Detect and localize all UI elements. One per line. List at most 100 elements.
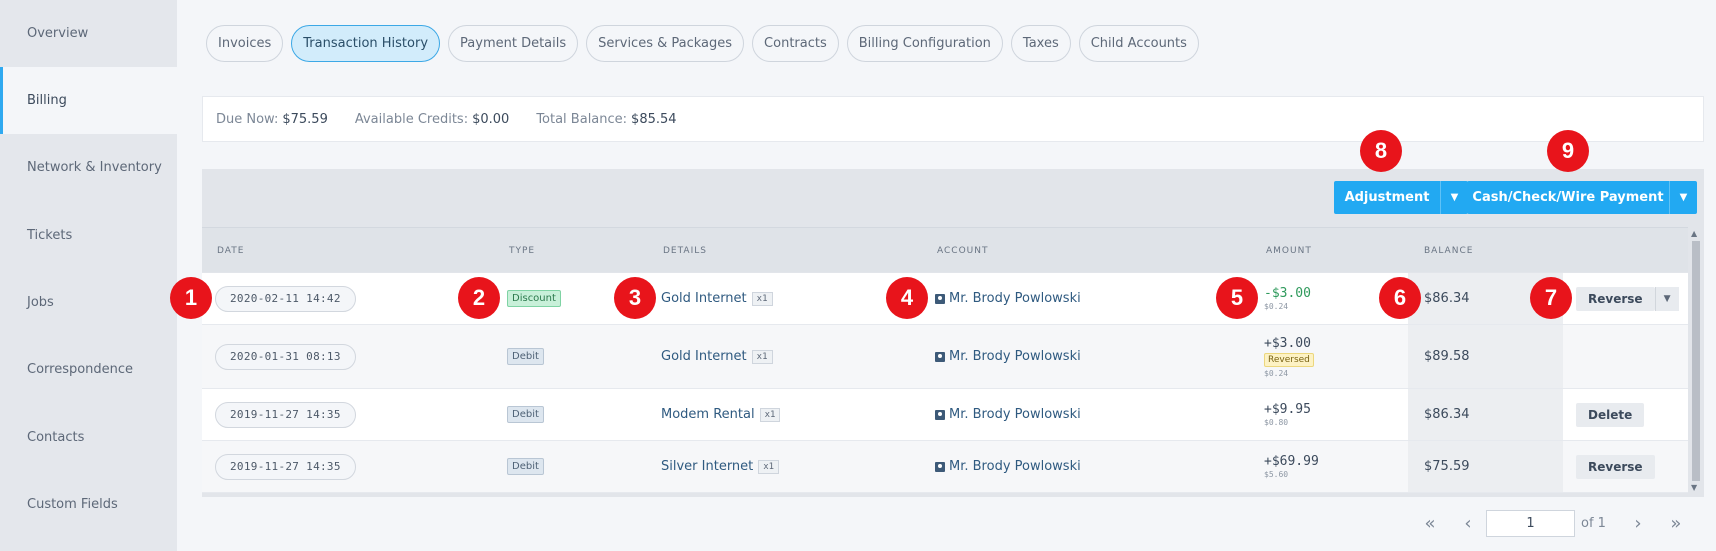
tax-value: $0.80 [1264, 418, 1289, 427]
scroll-thumb[interactable] [1692, 241, 1700, 481]
reversed-status-badge: Reversed [1264, 352, 1314, 367]
marker-5: 5 [1216, 277, 1258, 319]
account-icon [935, 351, 945, 362]
column-header-type[interactable]: TYPE [509, 228, 535, 273]
page-number-input[interactable] [1486, 509, 1575, 537]
marker-2: 2 [458, 277, 500, 319]
table-row: 2019-11-27 14:35 Debit Modem Rental x1 Mr… [202, 389, 1688, 441]
transaction-date: 2019-11-27 14:35 [215, 453, 356, 480]
sidebar-item-correspondence[interactable]: Correspondence [0, 336, 177, 403]
table-row: 2019-11-27 14:35 Debit Silver Internet x1… [202, 441, 1688, 493]
transaction-detail-link[interactable]: Gold Internet [661, 291, 747, 306]
transaction-detail-link[interactable]: Modem Rental [661, 407, 755, 422]
sidebar-item-contacts[interactable]: Contacts [0, 404, 177, 471]
amount-value: +$9.95 [1264, 402, 1311, 417]
marker-8: 8 [1360, 130, 1402, 172]
sidebar-item-overview[interactable]: Overview [0, 0, 177, 67]
account-link[interactable]: Mr. Brody Powlowski [949, 291, 1081, 306]
account-link[interactable]: Mr. Brody Powlowski [949, 407, 1081, 422]
table-scrollbar[interactable]: ▲ ▼ [1688, 227, 1704, 497]
marker-1: 1 [170, 277, 212, 319]
transaction-detail-link[interactable]: Silver Internet [661, 459, 753, 474]
adjustment-dropdown-toggle[interactable]: ▼ [1440, 181, 1468, 214]
marker-3: 3 [614, 277, 656, 319]
type-badge: Debit [507, 458, 544, 475]
row-action-dropdown-toggle[interactable]: ▼ [1654, 286, 1679, 311]
previous-page-icon[interactable]: ‹ [1456, 513, 1480, 534]
type-badge: Debit [507, 406, 544, 423]
reverse-button[interactable]: Reverse [1576, 286, 1655, 311]
transaction-date: 2020-01-31 08:13 [215, 343, 356, 370]
table-row: 2020-01-31 08:13 Debit Gold Internet x1 M… [202, 325, 1688, 389]
cash-check-wire-payment-button[interactable]: Cash/Check/Wire Payment [1467, 181, 1669, 214]
balance-value: $86.34 [1424, 291, 1470, 306]
amount-value: +$69.99 [1264, 454, 1319, 469]
column-header-details[interactable]: DETAILS [663, 228, 707, 273]
page-count: of 1 [1581, 515, 1606, 531]
billing-tabs: Invoices Transaction History Payment Det… [206, 25, 1207, 62]
due-now-label: Due Now: [216, 111, 279, 127]
credits-value: $0.00 [472, 111, 510, 127]
adjustment-button-group: Adjustment ▼ [1334, 181, 1468, 214]
amount-value: +$3.00 [1264, 335, 1311, 351]
payment-dropdown-toggle[interactable]: ▼ [1669, 181, 1697, 214]
sidebar-item-billing[interactable]: Billing [0, 67, 177, 134]
quantity-badge: x1 [751, 291, 773, 306]
quantity-badge: x1 [751, 349, 773, 364]
marker-9: 9 [1547, 130, 1589, 172]
sidebar-item-jobs[interactable]: Jobs [0, 269, 177, 336]
transactions-panel: Adjustment ▼ Cash/Check/Wire Payment ▼ D… [202, 169, 1704, 497]
tab-services-packages[interactable]: Services & Packages [586, 25, 745, 62]
tab-child-accounts[interactable]: Child Accounts [1078, 25, 1199, 62]
marker-7: 7 [1530, 277, 1572, 319]
first-page-icon[interactable]: « [1418, 513, 1442, 534]
pagination: « ‹ of 1 › » [1418, 508, 1688, 538]
table-header: DATE TYPE DETAILS ACCOUNT AMOUNT BALANCE [202, 227, 1688, 272]
adjustment-button[interactable]: Adjustment [1334, 181, 1440, 214]
account-icon [935, 461, 945, 472]
total-balance-label: Total Balance: [536, 111, 628, 127]
total-balance-value: $85.54 [631, 111, 677, 127]
account-icon [935, 293, 945, 304]
tab-taxes[interactable]: Taxes [1010, 25, 1071, 62]
chevron-down-icon: ▼ [1450, 192, 1459, 203]
column-header-date[interactable]: DATE [217, 228, 244, 273]
tax-value: $0.24 [1264, 368, 1289, 378]
balance-value: $75.59 [1424, 459, 1470, 474]
sidebar-item-network-inventory[interactable]: Network & Inventory [0, 134, 177, 201]
transaction-detail-link[interactable]: Gold Internet [661, 349, 747, 364]
amount-value: -$3.00 [1264, 286, 1311, 301]
credits-label: Available Credits: [354, 111, 469, 127]
tax-value: $5.60 [1264, 470, 1289, 479]
next-page-icon[interactable]: › [1626, 513, 1650, 534]
type-badge: Discount [507, 290, 561, 307]
sidebar: Overview Billing Network & Inventory Tic… [0, 0, 177, 551]
due-now-value: $75.59 [282, 111, 328, 127]
account-icon [935, 409, 945, 420]
table-row: 2020-02-11 14:42 Discount Gold Internet x… [202, 273, 1688, 325]
balance-value: $86.34 [1424, 407, 1470, 422]
transaction-date: 2020-02-11 14:42 [215, 285, 356, 312]
account-link[interactable]: Mr. Brody Powlowski [949, 459, 1081, 474]
account-link[interactable]: Mr. Brody Powlowski [949, 349, 1081, 364]
delete-button[interactable]: Delete [1576, 402, 1645, 427]
tab-billing-configuration[interactable]: Billing Configuration [846, 25, 1003, 62]
tab-payment-details[interactable]: Payment Details [448, 25, 579, 62]
column-header-balance[interactable]: BALANCE [1424, 228, 1473, 273]
sidebar-item-custom-fields[interactable]: Custom Fields [0, 471, 177, 538]
sidebar-item-tickets[interactable]: Tickets [0, 202, 177, 269]
column-header-account[interactable]: ACCOUNT [937, 228, 988, 273]
column-header-amount[interactable]: AMOUNT [1266, 228, 1312, 273]
tab-transaction-history[interactable]: Transaction History [291, 25, 441, 62]
reverse-button[interactable]: Reverse [1576, 454, 1655, 479]
type-badge: Debit [507, 348, 544, 365]
tab-invoices[interactable]: Invoices [206, 25, 284, 62]
last-page-icon[interactable]: » [1664, 513, 1688, 534]
balance-value: $89.58 [1424, 349, 1470, 364]
payment-button-group: Cash/Check/Wire Payment ▼ [1467, 181, 1697, 214]
quantity-badge: x1 [758, 459, 780, 474]
transaction-date: 2019-11-27 14:35 [215, 401, 356, 428]
scroll-down-icon[interactable]: ▼ [1691, 483, 1697, 492]
tab-contracts[interactable]: Contracts [752, 25, 839, 62]
scroll-up-icon[interactable]: ▲ [1691, 229, 1697, 238]
